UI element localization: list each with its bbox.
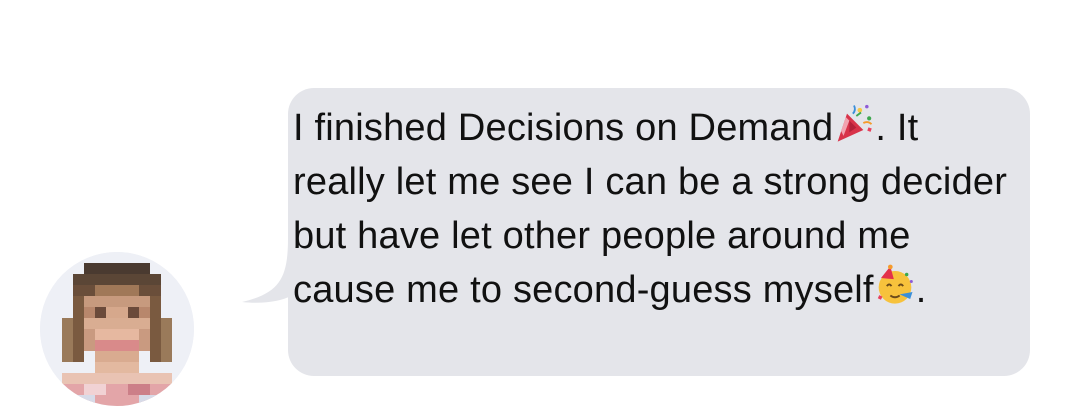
message-text: I finished Decisions on Demand . It real…	[293, 101, 1013, 317]
message-text-part-1: I finished Decisions on Demand	[293, 107, 834, 149]
avatar[interactable]	[40, 252, 194, 406]
message-text-part-3: .	[915, 269, 927, 311]
chat-thread: I finished Decisions on Demand . It real…	[0, 0, 1068, 406]
message-bubble[interactable]: I finished Decisions on Demand . It real…	[240, 88, 1032, 376]
party-popper-icon	[838, 104, 873, 142]
partying-face-icon	[877, 264, 913, 304]
avatar-image	[40, 252, 194, 406]
